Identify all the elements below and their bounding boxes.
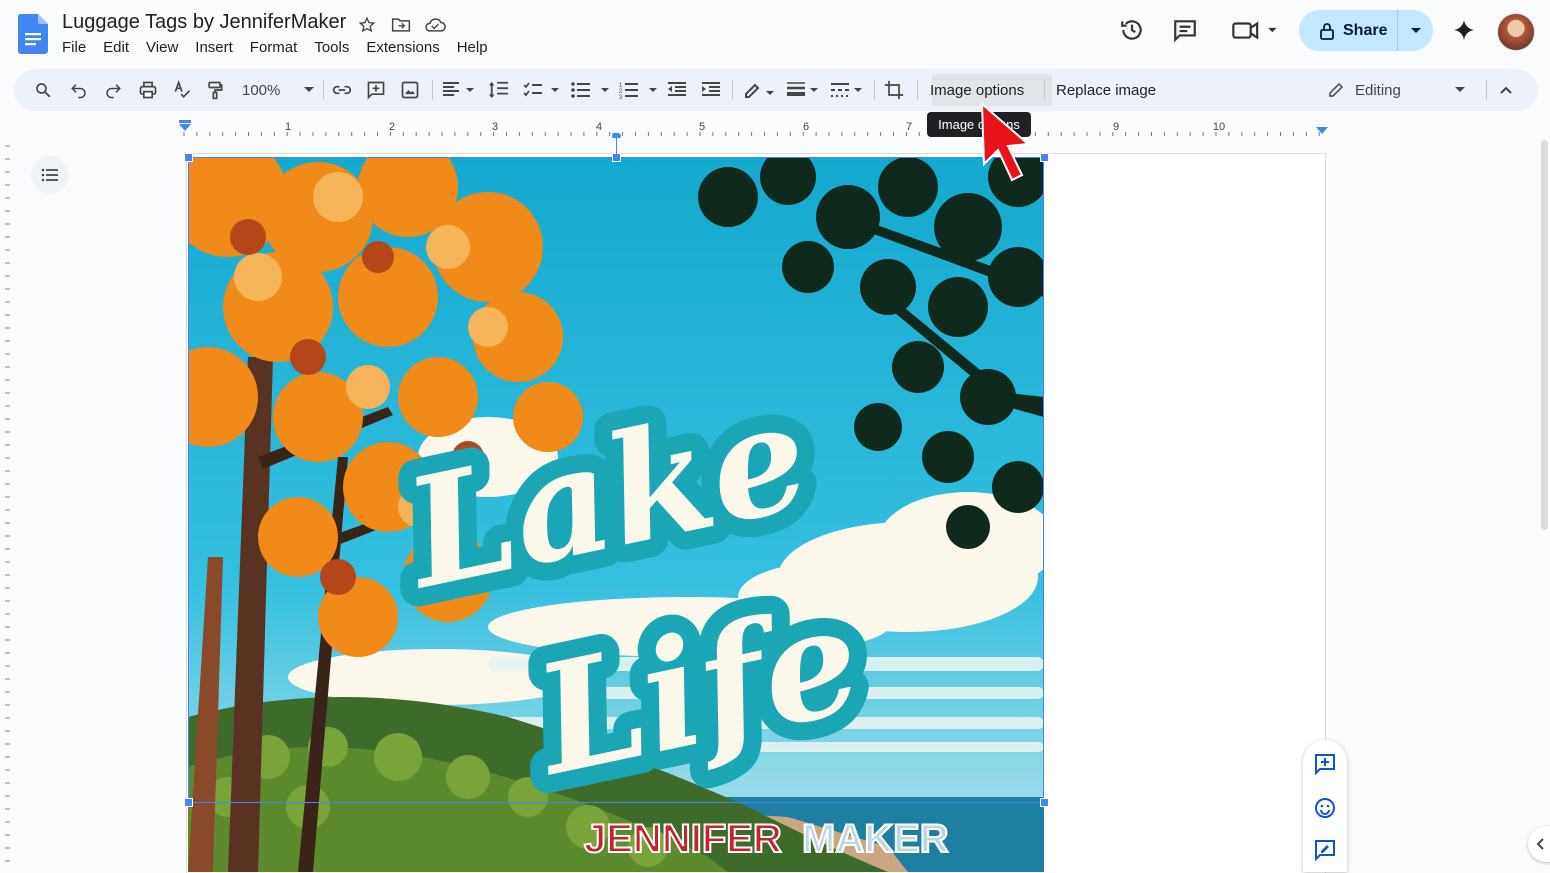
chevron-down-icon [304,87,314,92]
menu-insert[interactable]: Insert [195,39,242,56]
share-label: Share [1343,21,1388,39]
menu-file[interactable]: File [62,39,95,56]
horizontal-ruler[interactable]: 1 2 3 4 5 6 7 9 10 [176,115,1330,137]
add-comment-side-icon[interactable] [1313,752,1337,776]
suggest-edits-icon[interactable] [1313,838,1337,862]
right-indent-marker[interactable] [1316,127,1328,134]
vertical-scrollbar[interactable] [1541,140,1548,530]
resize-handle-top-left[interactable] [184,153,193,162]
show-side-panel-button[interactable] [1528,826,1550,862]
crop-image-icon[interactable] [882,78,906,102]
top-bar: Luggage Tags by JenniferMaker File Edit … [0,0,1550,68]
rotate-handle[interactable] [612,134,621,138]
add-emoji-reaction-icon[interactable] [1313,796,1337,820]
ruler-label-7: 7 [906,121,912,133]
star-icon[interactable] [356,14,378,36]
document-outline-button[interactable] [31,156,69,194]
menu-format[interactable]: Format [250,39,307,56]
numbered-list-icon[interactable]: 123 [619,78,657,102]
ruler-label-2: 2 [389,121,395,133]
bulleted-list-icon[interactable] [571,78,609,102]
red-pointer-cursor-icon [980,101,1031,182]
resize-handle-bottom-left[interactable] [184,798,193,807]
comments-icon[interactable] [1171,16,1199,44]
collapse-menus-icon[interactable] [1496,78,1516,102]
checklist-icon[interactable] [523,78,561,102]
increase-indent-icon[interactable] [700,78,722,102]
line-spacing-icon[interactable] [487,78,511,102]
first-line-indent-marker[interactable] [179,120,191,123]
ruler-label-4: 4 [596,121,602,133]
decrease-indent-icon[interactable] [666,78,688,102]
menu-tools[interactable]: Tools [314,39,358,56]
paint-format-icon[interactable] [204,78,226,102]
menu-bar: File Edit View Insert Format Tools Exten… [62,39,505,56]
ruler-label-9: 9 [1113,121,1119,133]
chevron-down-icon [1455,87,1465,92]
ruler-label-5: 5 [699,121,705,133]
watermark-jennifer: JENNIFER [584,817,782,861]
docs-logo-icon[interactable] [18,14,48,54]
pencil-icon [1329,82,1344,97]
menu-help[interactable]: Help [457,39,497,56]
print-icon[interactable] [136,78,160,102]
svg-text:3: 3 [619,95,623,99]
ruler-label-6: 6 [803,121,809,133]
insert-image-icon[interactable] [399,78,421,102]
redo-icon[interactable] [102,78,124,102]
spellcheck-icon[interactable] [171,78,193,102]
user-avatar[interactable] [1497,13,1535,51]
left-indent-marker[interactable] [179,124,191,131]
align-left-icon[interactable] [441,78,477,102]
move-folder-icon[interactable] [390,14,412,36]
outline-list-icon [41,168,58,182]
side-actions-panel [1303,740,1347,872]
gemini-sparkle-icon[interactable] [1450,16,1478,44]
border-weight-icon[interactable] [785,78,821,102]
share-button[interactable]: Share [1299,10,1433,51]
chevron-left-icon [1536,838,1544,850]
watermark-maker: MAKER [802,817,949,861]
rotate-handle-line [616,137,617,155]
formatting-toolbar: 100% 123 Image options Replace image Edi… [14,69,1538,111]
add-comment-icon[interactable] [365,78,387,102]
lock-icon [1320,22,1334,40]
undo-icon[interactable] [68,78,90,102]
insert-link-icon[interactable] [331,78,353,102]
menu-view[interactable]: View [146,39,187,56]
ruler-label-10: 10 [1213,121,1225,133]
editing-mode-select[interactable]: Editing [1327,78,1465,102]
search-menus-icon[interactable] [32,78,54,102]
meet-icon[interactable] [1230,16,1280,44]
ruler-label-1: 1 [285,121,291,133]
lake-life-image[interactable]: Lake Lake Life Life JENNIFER MAKER [188,157,1044,872]
document-title[interactable]: Luggage Tags by JenniferMaker [62,11,346,34]
editing-mode-label: Editing [1355,81,1401,99]
cloud-saved-icon[interactable] [424,14,446,36]
zoom-value: 100% [242,81,281,99]
resize-handle-top-right[interactable] [1040,153,1049,162]
border-dash-icon[interactable] [829,78,865,102]
version-history-icon[interactable] [1118,16,1146,44]
menu-edit[interactable]: Edit [103,39,138,56]
resize-handle-bottom-right[interactable] [1040,798,1049,807]
ruler-label-3: 3 [492,121,498,133]
zoom-select[interactable]: 100% [242,78,314,102]
lake-life-illustration: Lake Lake Life Life JENNIFER MAKER [188,157,1044,872]
vertical-ruler[interactable] [0,140,16,872]
replace-image-button[interactable]: Replace image [1056,69,1156,111]
share-dropdown-icon[interactable] [1398,27,1433,35]
border-color-icon[interactable] [741,78,777,102]
menu-extensions[interactable]: Extensions [366,39,448,56]
